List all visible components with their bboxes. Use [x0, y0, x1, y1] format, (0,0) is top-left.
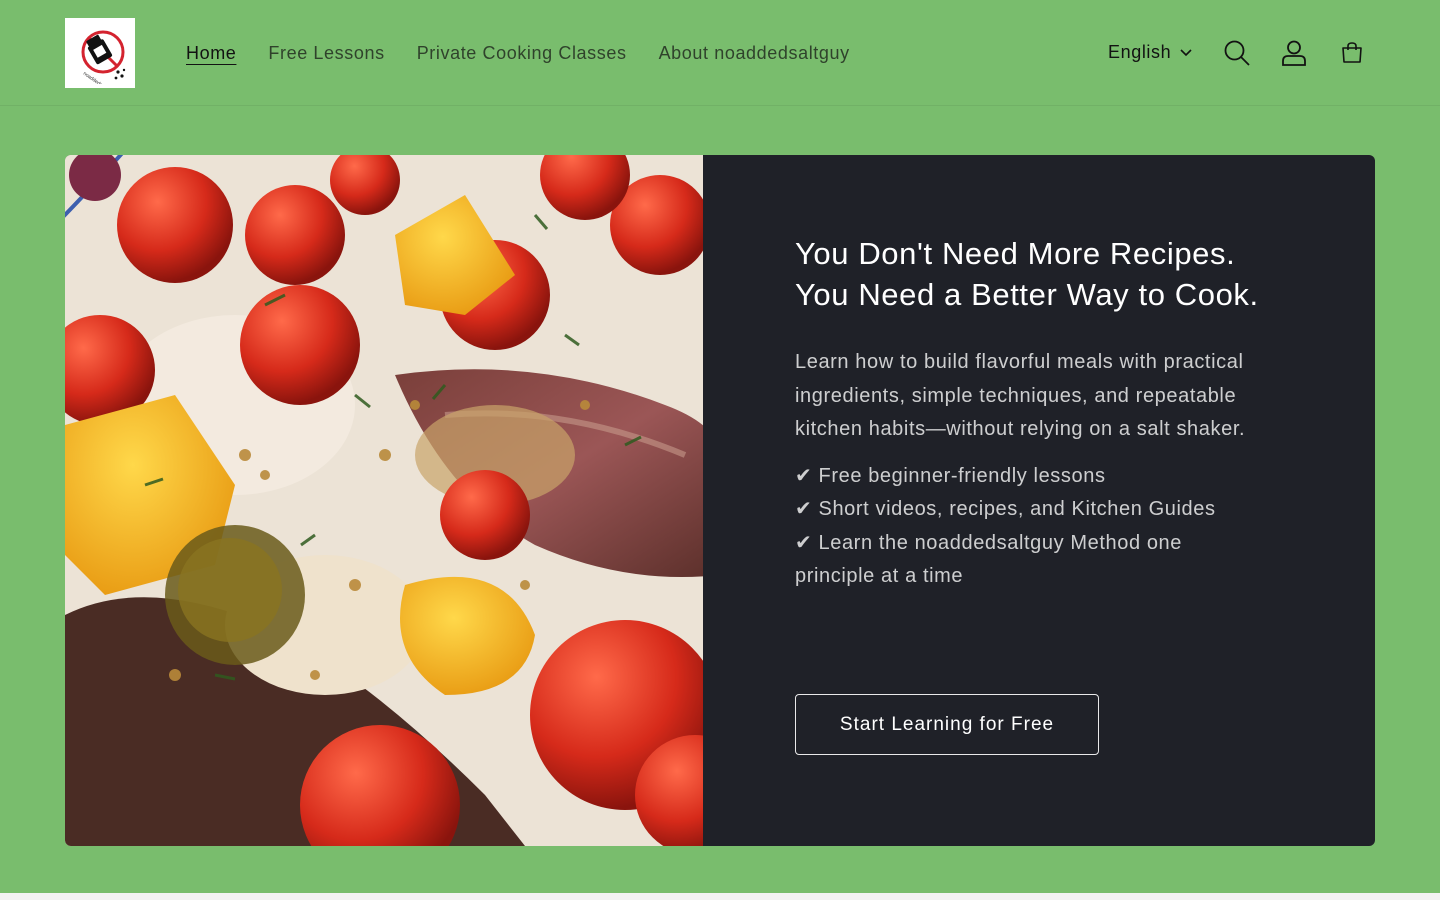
checklist-item: ✔ Short videos, recipes, and Kitchen Gui…	[795, 498, 1216, 521]
hero-heading-line2: You Need a Better Way to Cook.	[795, 277, 1259, 312]
hero-heading: You Don't Need More Recipes. You Need a …	[795, 233, 1285, 315]
nav-private-cooking-classes[interactable]: Private Cooking Classes	[417, 43, 627, 64]
site-header: noaddedsaltguy Home Free Lessons Private…	[0, 0, 1440, 106]
account-icon	[1282, 40, 1306, 66]
food-photo	[65, 155, 703, 846]
checklist-item: ✔ Free beginner-friendly lessons	[795, 464, 1106, 487]
chevron-down-icon	[1180, 49, 1192, 57]
account-button[interactable]	[1272, 31, 1316, 75]
cart-button[interactable]	[1330, 31, 1374, 75]
hero-food-image	[65, 155, 703, 846]
language-selector[interactable]: English	[1108, 38, 1193, 66]
search-icon	[1224, 40, 1250, 66]
language-label: English	[1108, 41, 1172, 62]
main-nav: Home Free Lessons Private Cooking Classe…	[186, 0, 850, 106]
nav-home[interactable]: Home	[186, 43, 236, 64]
hero-content: You Don't Need More Recipes. You Need a …	[703, 155, 1375, 846]
nav-about[interactable]: About noaddedsaltguy	[659, 43, 850, 64]
nav-free-lessons[interactable]: Free Lessons	[268, 43, 384, 64]
hero-checklist: ✔ Free beginner-friendly lessons ✔ Short…	[795, 460, 1285, 594]
hero-heading-line1: You Don't Need More Recipes.	[795, 236, 1236, 271]
site-logo[interactable]: noaddedsaltguy	[65, 18, 135, 88]
start-learning-button[interactable]: Start Learning for Free	[795, 694, 1099, 755]
next-section-edge	[0, 893, 1440, 900]
cart-icon	[1342, 42, 1362, 63]
hero-description: Learn how to build flavorful meals with …	[795, 351, 1246, 441]
hero-banner: You Don't Need More Recipes. You Need a …	[65, 155, 1375, 846]
salt-shaker-logo-icon: noaddedsaltguy	[81, 30, 126, 84]
checklist-item: ✔ Learn the noaddedsaltguy Method one pr…	[795, 531, 1183, 587]
search-button[interactable]	[1215, 31, 1259, 75]
